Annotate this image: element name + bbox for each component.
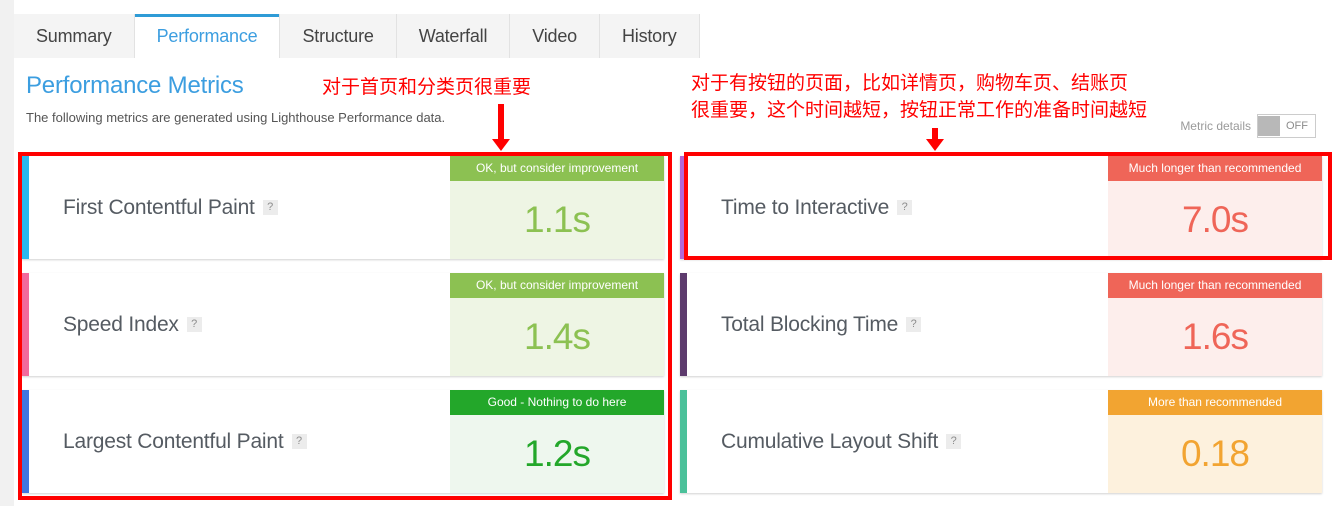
metric-label-area: Total Blocking Time ? <box>687 273 1108 376</box>
metric-card-largest-contentful-paint[interactable]: Largest Contentful Paint ? Good - Nothin… <box>22 390 664 493</box>
metric-label-area: Time to Interactive ? <box>687 156 1108 259</box>
metric-value: 7.0s <box>1108 181 1322 259</box>
metric-column-left: First Contentful Paint ? OK, but conside… <box>22 156 664 493</box>
tab-label: Structure <box>302 25 374 46</box>
metric-grid: First Contentful Paint ? OK, but conside… <box>22 156 1322 493</box>
tab-bar: Summary Performance Structure Waterfall … <box>14 14 1338 58</box>
metric-label-area: Largest Contentful Paint ? <box>29 390 450 493</box>
metric-value: 0.18 <box>1108 415 1322 493</box>
app-window: Summary Performance Structure Waterfall … <box>0 0 1338 506</box>
annotation-note-right-line2: 很重要，这个时间越短，按钮正常工作的准备时间越短 <box>691 99 1148 121</box>
metric-value: 1.1s <box>450 181 664 259</box>
tab-history[interactable]: History <box>599 14 700 58</box>
metric-value-area: Much longer than recommended 7.0s <box>1108 156 1322 259</box>
metric-value-area: Much longer than recommended 1.6s <box>1108 273 1322 376</box>
status-badge: Much longer than recommended <box>1108 156 1322 182</box>
status-badge: Good - Nothing to do here <box>450 390 664 416</box>
annotation-arrow-left <box>492 104 510 151</box>
tab-label: Performance <box>156 25 258 46</box>
metric-value: 1.4s <box>450 298 664 376</box>
tab-video[interactable]: Video <box>510 14 600 58</box>
metric-accent-bar <box>680 273 687 376</box>
toggle-knob <box>1258 116 1280 136</box>
help-icon[interactable]: ? <box>186 317 202 332</box>
metric-name: First Contentful Paint <box>63 195 255 219</box>
help-icon[interactable]: ? <box>262 200 278 215</box>
metric-details-label: Metric details <box>1180 119 1251 133</box>
help-icon[interactable]: ? <box>291 434 307 449</box>
metric-accent-bar <box>680 390 687 493</box>
metric-value-area: More than recommended 0.18 <box>1108 390 1322 493</box>
help-icon[interactable]: ? <box>946 434 962 449</box>
help-icon[interactable]: ? <box>906 317 922 332</box>
metric-card-total-blocking-time[interactable]: Total Blocking Time ? Much longer than r… <box>680 273 1322 376</box>
tab-label: Video <box>532 25 577 46</box>
metric-name: Time to Interactive <box>721 195 890 219</box>
metric-accent-bar <box>22 156 29 259</box>
metric-name: Cumulative Layout Shift <box>721 429 939 453</box>
status-badge: OK, but consider improvement <box>450 156 664 182</box>
tab-structure[interactable]: Structure <box>280 14 397 58</box>
metric-column-right: Time to Interactive ? Much longer than r… <box>680 156 1322 493</box>
annotation-arrow-right <box>926 128 944 151</box>
metric-card-time-to-interactive[interactable]: Time to Interactive ? Much longer than r… <box>680 156 1322 259</box>
tab-waterfall[interactable]: Waterfall <box>396 14 511 58</box>
metric-card-speed-index[interactable]: Speed Index ? OK, but consider improveme… <box>22 273 664 376</box>
metric-label-area: Speed Index ? <box>29 273 450 376</box>
metric-accent-bar <box>680 156 687 259</box>
status-badge: Much longer than recommended <box>1108 273 1322 299</box>
status-badge: More than recommended <box>1108 390 1322 416</box>
metric-label-area: Cumulative Layout Shift ? <box>687 390 1108 493</box>
annotation-note-left: 对于首页和分类页很重要 <box>322 76 532 98</box>
metric-accent-bar <box>22 273 29 376</box>
metric-value: 1.2s <box>450 415 664 493</box>
tab-performance[interactable]: Performance <box>134 14 281 58</box>
metric-name: Total Blocking Time <box>721 312 899 336</box>
metric-details-control: Metric details OFF <box>1180 114 1316 138</box>
metric-name: Speed Index <box>63 312 179 336</box>
metric-label-area: First Contentful Paint ? <box>29 156 450 259</box>
toggle-state-label: OFF <box>1286 120 1308 132</box>
metric-accent-bar <box>22 390 29 493</box>
metric-details-toggle[interactable]: OFF <box>1257 114 1316 138</box>
tab-summary[interactable]: Summary <box>14 14 135 58</box>
metric-card-first-contentful-paint[interactable]: First Contentful Paint ? OK, but conside… <box>22 156 664 259</box>
annotation-note-right-line1: 对于有按钮的页面，比如详情页，购物车页、结账页 <box>691 72 1129 94</box>
metric-name: Largest Contentful Paint <box>63 429 284 453</box>
help-icon[interactable]: ? <box>897 200 913 215</box>
metric-value: 1.6s <box>1108 298 1322 376</box>
metric-value-area: OK, but consider improvement 1.4s <box>450 273 664 376</box>
metric-value-area: OK, but consider improvement 1.1s <box>450 156 664 259</box>
status-badge: OK, but consider improvement <box>450 273 664 299</box>
tab-label: Summary <box>36 25 112 46</box>
tab-label: Waterfall <box>418 25 488 46</box>
metric-value-area: Good - Nothing to do here 1.2s <box>450 390 664 493</box>
tab-label: History <box>621 25 677 46</box>
metric-card-cumulative-layout-shift[interactable]: Cumulative Layout Shift ? More than reco… <box>680 390 1322 493</box>
